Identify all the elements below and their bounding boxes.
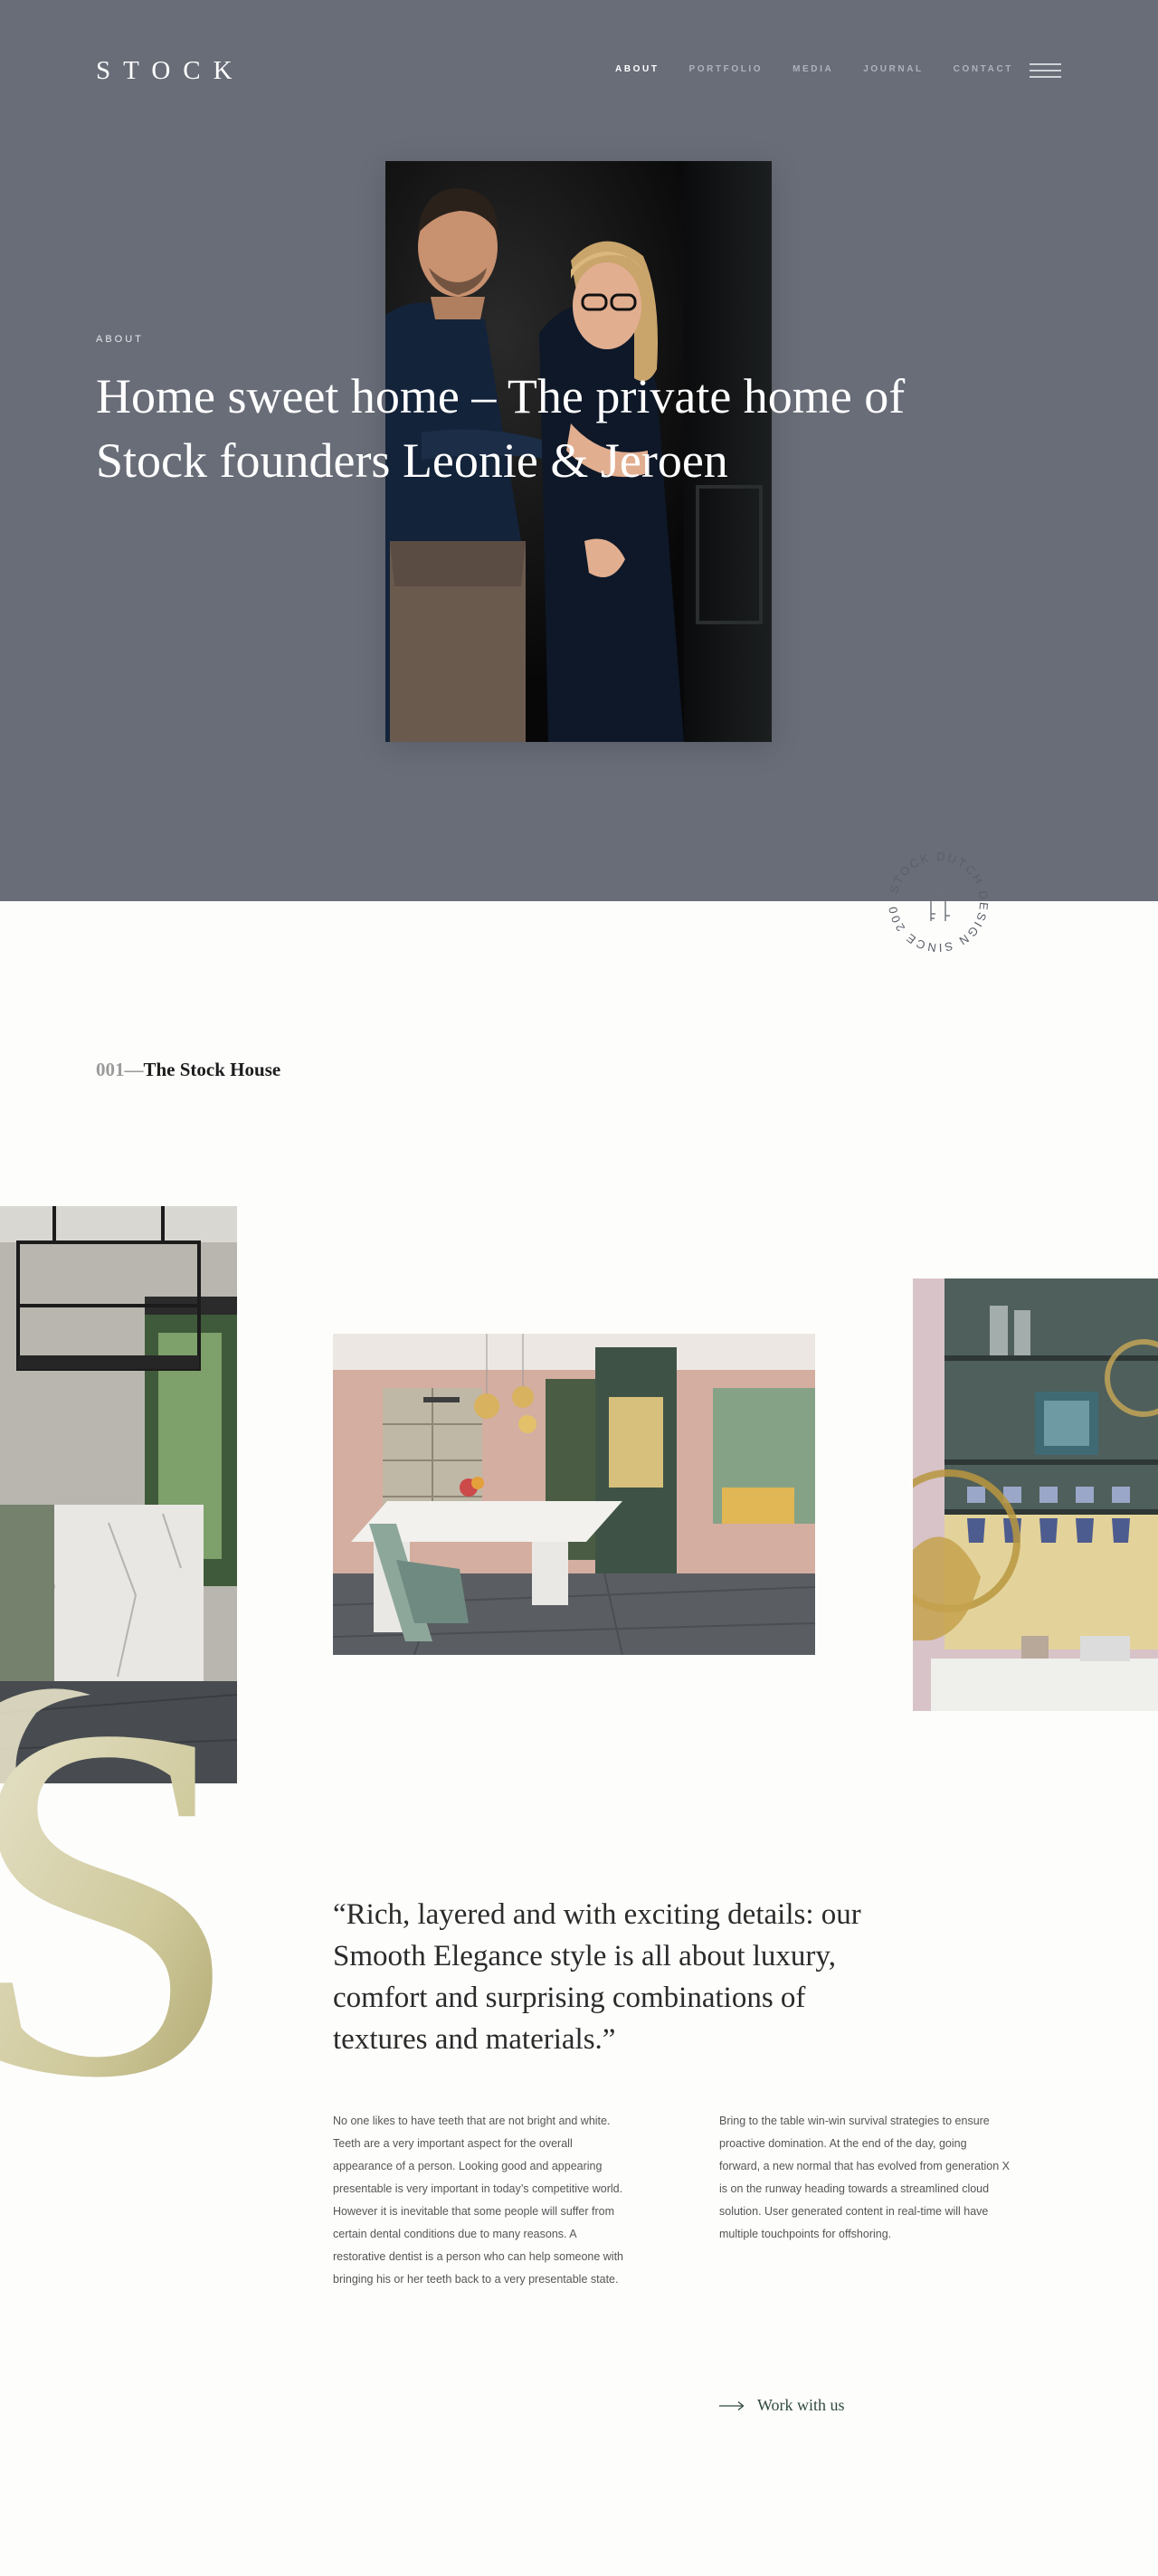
hero-eyebrow: ABOUT: [96, 334, 144, 345]
keys-icon: [925, 885, 954, 921]
nav-item-journal[interactable]: JOURNAL: [863, 64, 924, 74]
since-badge: STOCK DUTCH DESIGN SINCE 2003: [873, 831, 999, 963]
arrow-right-icon: [719, 2400, 745, 2410]
hero-section: STOCK ABOUT PORTFOLIO MEDIA JOURNAL CONT…: [0, 0, 1158, 901]
body-text-col2: Bring to the table win-win survival stra…: [719, 2115, 1011, 2240]
site-logo[interactable]: STOCK: [96, 56, 245, 86]
work-with-us-link[interactable]: Work with us: [719, 2396, 845, 2415]
nav-item-media[interactable]: MEDIA: [793, 64, 833, 74]
section-heading: 001—The Stock House: [96, 1059, 280, 1081]
nav-item-about[interactable]: ABOUT: [615, 64, 660, 74]
svg-text:S: S: [0, 1621, 224, 2108]
section-title: The Stock House: [143, 1059, 281, 1080]
decorative-letter-s: S: [0, 1602, 243, 2182]
work-with-us-label: Work with us: [757, 2396, 845, 2414]
nav-item-contact[interactable]: CONTACT: [954, 64, 1013, 74]
main-nav: ABOUT PORTFOLIO MEDIA JOURNAL CONTACT: [615, 64, 1013, 74]
nav-item-portfolio[interactable]: PORTFOLIO: [688, 64, 763, 74]
dining-room-photo: [333, 1334, 815, 1655]
body-text-col1: No one likes to have teeth that are not …: [333, 2115, 624, 2286]
page-title: Home sweet home – The private home of St…: [96, 369, 906, 488]
section-number: 001—: [96, 1059, 144, 1080]
pull-quote: “Rich, layered and with exciting details…: [333, 1898, 861, 2056]
shelves-photo: [913, 1278, 1158, 1711]
hamburger-menu-icon[interactable]: [1030, 63, 1061, 78]
